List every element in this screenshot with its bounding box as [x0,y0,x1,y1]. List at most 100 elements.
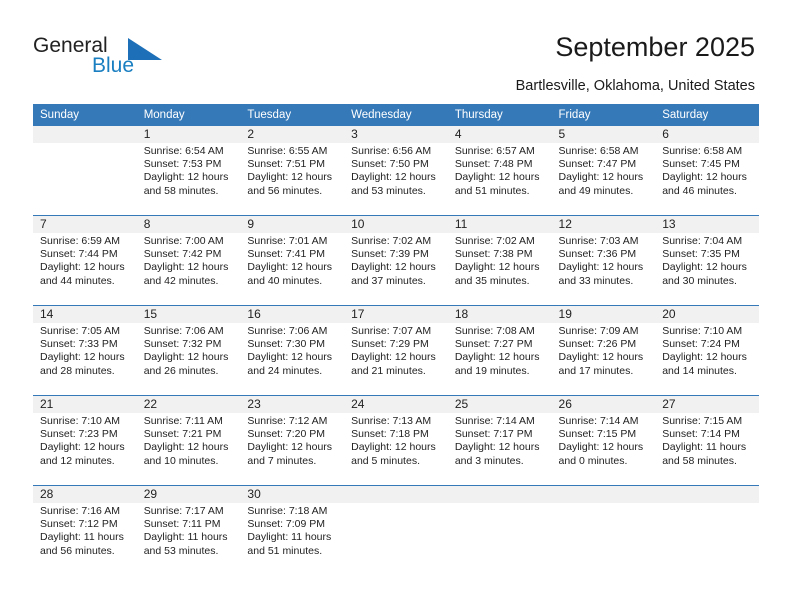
day-number: 23 [240,396,345,413]
calendar-day-cell[interactable]: 9 Sunrise: 7:01 AM Sunset: 7:41 PM Daylight… [240,216,345,305]
day-number: 8 [136,216,241,233]
day-details: Sunrise: 7:06 AM Sunset: 7:30 PM Daylight:… [240,323,344,378]
daylight-text-line1: Daylight: 11 hours [40,531,124,544]
sunrise-text: Sunrise: 7:14 AM [558,415,639,427]
sunset-text: Sunset: 7:35 PM [662,248,740,261]
sunrise-text: Sunrise: 7:09 AM [558,325,639,337]
daylight-text-line2: and 3 minutes. [454,454,524,467]
daylight-text-line1: Daylight: 12 hours [40,441,125,454]
calendar-day-cell[interactable]: 6 Sunrise: 6:58 AM Sunset: 7:45 PM Daylight… [655,126,759,215]
sunrise-text: Sunrise: 7:10 AM [662,325,743,337]
day-number: 24 [344,396,448,413]
weekday-header-friday: Friday [551,104,656,126]
daylight-text-line1: Daylight: 12 hours [247,261,333,274]
daylight-text-line2: and 40 minutes. [247,274,323,287]
day-number: 5 [551,126,656,143]
calendar-day-cell[interactable]: 8 Sunrise: 7:00 AM Sunset: 7:42 PM Daylight… [136,216,241,305]
calendar-day-cell[interactable]: 23 Sunrise: 7:12 AM Sunset: 7:20 PM Dayligh… [240,396,345,485]
calendar-day-cell[interactable]: 19 Sunrise: 7:09 AM Sunset: 7:26 PM Dayligh… [551,306,656,395]
calendar-day-cell[interactable]: 18 Sunrise: 7:08 AM Sunset: 7:27 PM Dayligh… [447,306,552,395]
day-details: Sunrise: 6:56 AM Sunset: 7:50 PM Daylight:… [344,143,448,198]
calendar-day-cell[interactable]: 12 Sunrise: 7:03 AM Sunset: 7:36 PM Dayligh… [551,216,656,305]
daylight-text-line2: and 17 minutes. [558,364,634,377]
calendar-day-cell[interactable]: 27 Sunrise: 7:15 AM Sunset: 7:14 PM Dayligh… [655,396,759,485]
calendar-empty-cell [344,486,448,575]
calendar-day-cell[interactable]: 5 Sunrise: 6:58 AM Sunset: 7:47 PM Daylight… [551,126,656,215]
calendar-day-cell[interactable]: 26 Sunrise: 7:14 AM Sunset: 7:15 PM Dayligh… [551,396,656,485]
calendar-week-row: 1 Sunrise: 6:54 AM Sunset: 7:53 PM Daylight… [33,125,759,216]
day-details: Sunrise: 7:00 AM Sunset: 7:42 PM Daylight:… [137,233,241,288]
day-details: Sunrise: 7:12 AM Sunset: 7:20 PM Daylight:… [240,413,344,468]
day-details: Sunrise: 7:14 AM Sunset: 7:17 PM Daylight:… [448,413,552,468]
calendar-day-cell[interactable]: 11 Sunrise: 7:02 AM Sunset: 7:38 PM Dayligh… [447,216,552,305]
day-details: Sunrise: 7:03 AM Sunset: 7:36 PM Daylight:… [552,233,656,288]
calendar-day-cell[interactable]: 28 Sunrise: 7:16 AM Sunset: 7:12 PM Dayligh… [33,486,137,575]
sunset-text: Sunset: 7:24 PM [662,338,740,351]
sunrise-text: Sunrise: 7:02 AM [454,235,535,247]
daylight-text-line1: Daylight: 12 hours [247,441,333,454]
calendar-day-cell[interactable]: 14 Sunrise: 7:05 AM Sunset: 7:33 PM Dayligh… [33,306,137,395]
day-details: Sunrise: 7:01 AM Sunset: 7:41 PM Daylight:… [240,233,344,288]
calendar-day-cell[interactable]: 29 Sunrise: 7:17 AM Sunset: 7:11 PM Dayligh… [136,486,241,575]
day-details: Sunrise: 7:07 AM Sunset: 7:29 PM Daylight:… [344,323,448,378]
daylight-text-line2: and 56 minutes. [247,184,323,197]
sunrise-text: Sunrise: 7:14 AM [454,415,535,427]
daylight-text-line1: Daylight: 12 hours [40,351,125,364]
daylight-text-line2: and 28 minutes. [40,364,115,377]
calendar-day-cell[interactable]: 24 Sunrise: 7:13 AM Sunset: 7:18 PM Dayligh… [344,396,448,485]
calendar-day-cell[interactable]: 4 Sunrise: 6:57 AM Sunset: 7:48 PM Daylight… [447,126,552,215]
sunset-text: Sunset: 7:18 PM [351,428,429,441]
calendar-day-cell[interactable]: 17 Sunrise: 7:07 AM Sunset: 7:29 PM Dayligh… [344,306,448,395]
calendar-day-cell[interactable]: 15 Sunrise: 7:06 AM Sunset: 7:32 PM Dayligh… [136,306,241,395]
calendar-day-cell[interactable]: 10 Sunrise: 7:02 AM Sunset: 7:39 PM Dayligh… [344,216,448,305]
calendar-day-cell[interactable]: 21 Sunrise: 7:10 AM Sunset: 7:23 PM Dayligh… [33,396,137,485]
day-number: 4 [447,126,552,143]
sunrise-text: Sunrise: 7:17 AM [143,505,224,517]
calendar-day-cell[interactable]: 2 Sunrise: 6:55 AM Sunset: 7:51 PM Daylight… [240,126,345,215]
day-number: 18 [447,306,552,323]
daylight-text-line2: and 19 minutes. [454,364,530,377]
calendar-day-cell[interactable]: 25 Sunrise: 7:14 AM Sunset: 7:17 PM Dayligh… [447,396,552,485]
sunrise-text: Sunrise: 7:16 AM [40,505,120,517]
sunset-text: Sunset: 7:44 PM [40,248,118,261]
weekday-header-sunday: Sunday [33,104,137,126]
day-number: 26 [551,396,656,413]
day-details: Sunrise: 7:06 AM Sunset: 7:32 PM Daylight:… [137,323,241,378]
daylight-text-line2: and 51 minutes. [454,184,530,197]
calendar-week-row: 28 Sunrise: 7:16 AM Sunset: 7:12 PM Dayligh… [33,485,759,575]
sunrise-text: Sunrise: 6:58 AM [662,145,743,157]
day-details: Sunrise: 7:16 AM Sunset: 7:12 PM Daylight:… [33,503,137,558]
sunset-text: Sunset: 7:48 PM [454,158,533,171]
daylight-text-line1: Daylight: 12 hours [662,261,747,274]
calendar-week-row: 14 Sunrise: 7:05 AM Sunset: 7:33 PM Dayligh… [33,305,759,396]
calendar-day-cell[interactable]: 7 Sunrise: 6:59 AM Sunset: 7:44 PM Daylight… [33,216,137,305]
day-number: 13 [655,216,759,233]
day-details: Sunrise: 7:05 AM Sunset: 7:33 PM Daylight:… [33,323,137,378]
daylight-text-line1: Daylight: 12 hours [40,261,125,274]
daylight-text-line2: and 35 minutes. [454,274,530,287]
sunset-text: Sunset: 7:17 PM [454,428,533,441]
day-number: 10 [344,216,448,233]
daylight-text-line1: Daylight: 12 hours [454,441,540,454]
calendar-day-cell[interactable]: 13 Sunrise: 7:04 AM Sunset: 7:35 PM Dayligh… [655,216,759,305]
daylight-text-line2: and 5 minutes. [351,454,420,467]
calendar-day-cell[interactable]: 22 Sunrise: 7:11 AM Sunset: 7:21 PM Dayligh… [136,396,241,485]
sunrise-text: Sunrise: 7:04 AM [662,235,743,247]
day-details: Sunrise: 7:04 AM Sunset: 7:35 PM Daylight:… [655,233,759,288]
calendar-day-cell[interactable]: 1 Sunrise: 6:54 AM Sunset: 7:53 PM Daylight… [136,126,241,215]
day-number [33,126,137,143]
calendar-day-cell[interactable]: 3 Sunrise: 6:56 AM Sunset: 7:50 PM Daylight… [344,126,448,215]
sunset-text: Sunset: 7:33 PM [40,338,118,351]
calendar-day-cell[interactable]: 20 Sunrise: 7:10 AM Sunset: 7:24 PM Dayligh… [655,306,759,395]
day-details: Sunrise: 6:58 AM Sunset: 7:47 PM Daylight:… [552,143,656,198]
calendar-day-cell[interactable]: 30 Sunrise: 7:18 AM Sunset: 7:09 PM Dayligh… [240,486,345,575]
day-number [447,486,552,503]
day-number: 17 [344,306,448,323]
brand-logo[interactable]: General Blue [33,34,223,80]
sunrise-text: Sunrise: 7:01 AM [247,235,328,247]
calendar-day-cell[interactable]: 16 Sunrise: 7:06 AM Sunset: 7:30 PM Dayligh… [240,306,345,395]
sunrise-text: Sunrise: 6:57 AM [454,145,535,157]
daylight-text-line1: Daylight: 12 hours [143,261,229,274]
calendar-empty-cell [447,486,552,575]
calendar-header-row: Sunday Monday Tuesday Wednesday Thursday… [33,104,759,126]
